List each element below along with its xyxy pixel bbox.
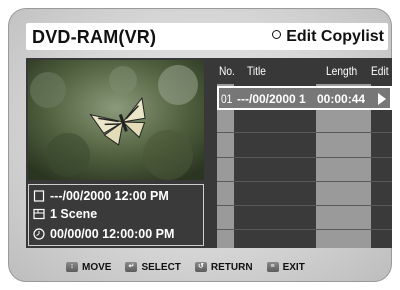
page-icon bbox=[33, 190, 45, 202]
date-text: ---/00/2000 12:00 PM bbox=[50, 189, 169, 203]
row-divider bbox=[217, 132, 392, 133]
copylist-table: No. Title Length Edit 01 ---/00/2000 1 0… bbox=[217, 58, 392, 248]
select-label: SELECT bbox=[141, 261, 181, 273]
col-header-length: Length bbox=[326, 64, 358, 78]
return-icon: ↺ bbox=[194, 262, 207, 272]
col-header-title: Title bbox=[247, 64, 266, 78]
scene-row: 1 Scene bbox=[33, 207, 97, 221]
row-divider bbox=[217, 157, 392, 158]
thumbnail-preview bbox=[28, 60, 204, 180]
exit-hint: ≡ EXIT bbox=[266, 261, 305, 273]
time-text: 00/00/00 12:00:00 PM bbox=[50, 227, 175, 241]
exit-label: EXIT bbox=[282, 261, 305, 273]
date-row: ---/00/2000 12:00 PM bbox=[33, 189, 169, 203]
return-hint: ↺ RETURN bbox=[194, 261, 253, 273]
scene-count: 1 Scene bbox=[50, 207, 98, 221]
row-title: ---/00/2000 1 bbox=[237, 92, 306, 106]
updown-icon: ↕ bbox=[66, 262, 78, 272]
table-header: No. Title Length Edit bbox=[217, 64, 392, 82]
radio-icon bbox=[272, 30, 282, 39]
mode-label: Edit Copylist bbox=[286, 28, 384, 45]
table-row-selected[interactable]: 01 ---/00/2000 1 00:00:44 bbox=[217, 86, 392, 110]
button-guide: ↕ MOVE ↵ SELECT ↺ RETURN ≡ EXIT bbox=[26, 256, 388, 278]
move-label: MOVE bbox=[82, 261, 112, 273]
row-divider bbox=[217, 205, 392, 206]
disc-type-title: DVD-RAM(VR) bbox=[32, 27, 157, 47]
return-label: RETURN bbox=[210, 261, 253, 273]
row-divider bbox=[217, 181, 392, 182]
move-hint: ↕ MOVE bbox=[66, 262, 111, 273]
film-icon bbox=[33, 208, 45, 220]
mode-indicator: Edit Copylist bbox=[272, 28, 384, 46]
time-row: 00/00/00 12:00:00 PM bbox=[33, 227, 174, 241]
play-arrow-icon[interactable] bbox=[378, 93, 386, 105]
row-number: 01 bbox=[221, 92, 233, 106]
col-header-no: No. bbox=[219, 64, 235, 78]
row-divider bbox=[217, 229, 392, 230]
row-length: 00:00:44 bbox=[317, 92, 366, 106]
enter-icon: ↵ bbox=[125, 262, 138, 272]
select-hint: ↵ SELECT bbox=[125, 261, 181, 273]
title-info-box: ---/00/2000 12:00 PM 1 Scene 00/00/00 12… bbox=[28, 184, 204, 246]
clock-icon bbox=[33, 228, 45, 240]
col-header-edit: Edit bbox=[371, 64, 389, 78]
menu-icon: ≡ bbox=[266, 262, 279, 272]
title-bar: DVD-RAM(VR) Edit Copylist bbox=[26, 23, 388, 50]
